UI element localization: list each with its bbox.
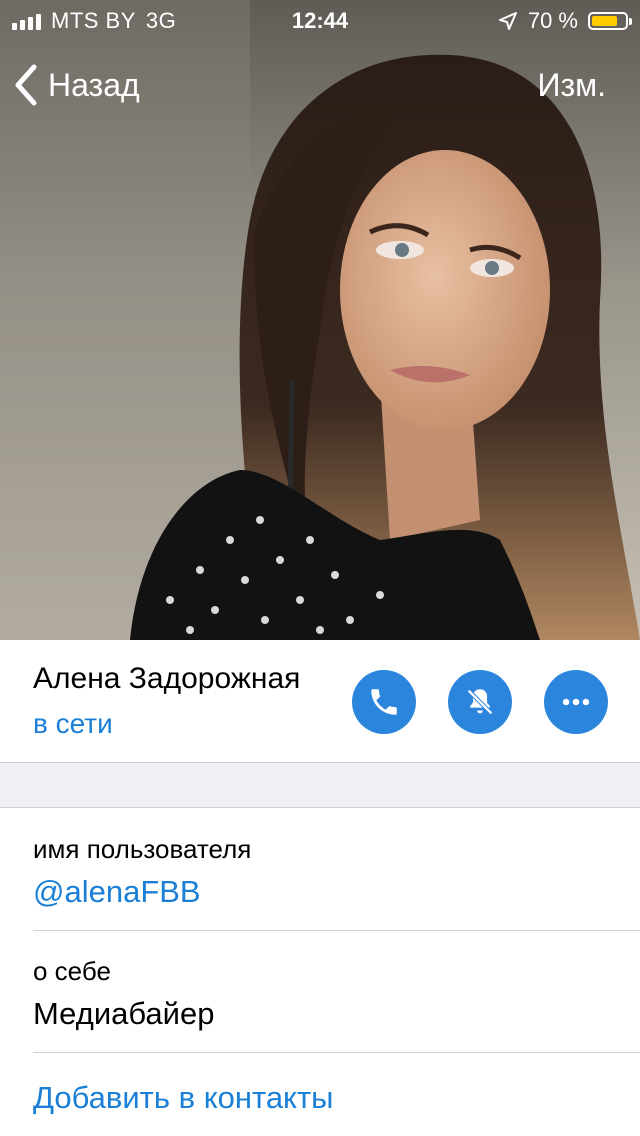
divider	[33, 1052, 640, 1053]
more-dots-icon	[562, 698, 590, 706]
username-value[interactable]: @alenaFBB	[33, 874, 201, 910]
status-right: 70 %	[498, 8, 632, 34]
mute-button[interactable]	[448, 670, 512, 734]
add-to-contacts-button[interactable]: Добавить в контакты	[33, 1080, 333, 1116]
battery-icon	[588, 12, 632, 30]
online-status: в сети	[33, 708, 113, 739]
status-bar: MTS BY 3G 12:44 70 %	[0, 0, 640, 40]
mute-bell-icon	[467, 689, 493, 715]
username-label: имя пользователя	[33, 834, 252, 864]
battery-percent: 70 %	[527, 8, 578, 33]
section-separator	[0, 762, 640, 808]
divider	[33, 930, 640, 931]
edit-button[interactable]: Изм.	[537, 60, 606, 110]
location-arrow-icon	[498, 12, 517, 30]
profile-header: Алена Задорожная в сети	[0, 640, 640, 762]
about-label: о себе	[33, 956, 111, 986]
phone-icon	[371, 689, 397, 715]
back-button[interactable]: Назад	[14, 60, 140, 110]
profile-name: Алена Задорожная	[33, 662, 301, 695]
battery-fill	[592, 16, 618, 26]
call-button[interactable]	[352, 670, 416, 734]
more-button[interactable]	[544, 670, 608, 734]
about-value: Медиабайер	[33, 996, 215, 1031]
chevron-left-icon	[15, 64, 37, 106]
back-label: Назад	[48, 66, 140, 103]
